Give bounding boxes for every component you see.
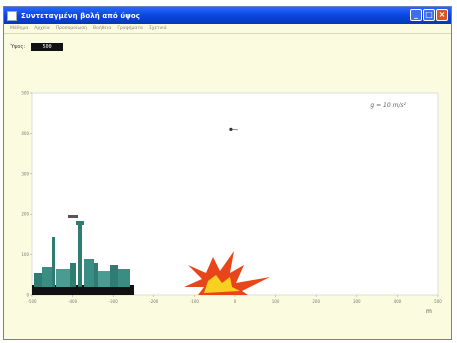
city-block	[110, 265, 118, 287]
x-tick-label: 200	[312, 299, 320, 304]
window-title: Συντεταγμένη βολή από ύψος	[21, 11, 141, 20]
y-tick-label: 0	[26, 293, 29, 298]
menu-item-graphs[interactable]: Γραφήματα	[117, 26, 143, 31]
menu-item-lesson[interactable]: Μάθημα	[10, 26, 28, 31]
close-button[interactable]: ×	[436, 9, 448, 21]
y-tick-label: 400	[21, 131, 29, 136]
title-bar[interactable]: Συντεταγμένη βολή από ύψος _ □ ×	[4, 7, 451, 24]
menu-item-about[interactable]: Σχετικά	[149, 26, 167, 31]
x-tick-label: -300	[109, 299, 119, 304]
city-sign	[68, 215, 78, 218]
city-block	[118, 269, 130, 287]
city-block	[56, 269, 70, 287]
city-block	[84, 259, 94, 287]
menu-item-files[interactable]: Αρχεία	[34, 26, 49, 31]
x-tick-label: 400	[394, 299, 402, 304]
height-control: Ύψος: 500	[10, 43, 64, 51]
y-axis: 0 100 200 300 400 500	[21, 91, 32, 298]
city-block	[42, 267, 52, 287]
maximize-button[interactable]: □	[423, 9, 435, 21]
x-tick-label: 0	[234, 299, 237, 304]
city-tower	[94, 263, 98, 287]
menu-item-help[interactable]: Βοήθεια	[93, 26, 111, 31]
gravity-formula: g = 10 m/s²	[370, 102, 406, 109]
projectile-trail	[231, 128, 238, 131]
x-tick-label: 500	[434, 299, 442, 304]
city-tower	[52, 237, 55, 287]
plot-canvas: 0 100 200 300 400 500 -500 -400 -300 -200 -100 0 10…	[21, 91, 442, 316]
window-controls: _ □ ×	[410, 9, 448, 21]
x-tick-label: 100	[272, 299, 280, 304]
y-tick-label: 300	[21, 171, 29, 176]
y-tick-label: 200	[21, 212, 29, 217]
x-tick-label: -500	[27, 299, 37, 304]
x-tick-label: 300	[353, 299, 361, 304]
y-tick-label: 500	[21, 91, 29, 96]
city-block	[98, 271, 110, 287]
x-tick-label: -400	[68, 299, 78, 304]
x-axis: -500 -400 -300 -200 -100 0 100 200 300 400 500	[27, 295, 442, 304]
city-block	[70, 263, 76, 287]
minimize-button[interactable]: _	[410, 9, 422, 21]
window-app-icon	[7, 10, 17, 21]
height-value-field[interactable]: 500	[31, 43, 64, 51]
x-tick-label: -100	[190, 299, 200, 304]
height-label: Ύψος:	[10, 44, 26, 50]
menu-item-simulation[interactable]: Προσομοίωση	[56, 26, 87, 31]
x-axis-unit: m	[426, 308, 432, 315]
city-tower-top	[76, 221, 84, 225]
app-window: Συντεταγμένη βολή από ύψος _ □ × Μάθημα …	[3, 6, 452, 340]
city-tower	[78, 225, 82, 287]
menu-bar: Μάθημα Αρχεία Προσομοίωση Βοήθεια Γραφήμ…	[4, 24, 451, 34]
x-tick-label: -200	[149, 299, 159, 304]
city-block	[34, 273, 42, 287]
simulation-plot: 0 100 200 300 400 500 -500 -400 -300 -200 -100 0 10…	[8, 87, 448, 319]
y-tick-label: 100	[21, 252, 29, 257]
